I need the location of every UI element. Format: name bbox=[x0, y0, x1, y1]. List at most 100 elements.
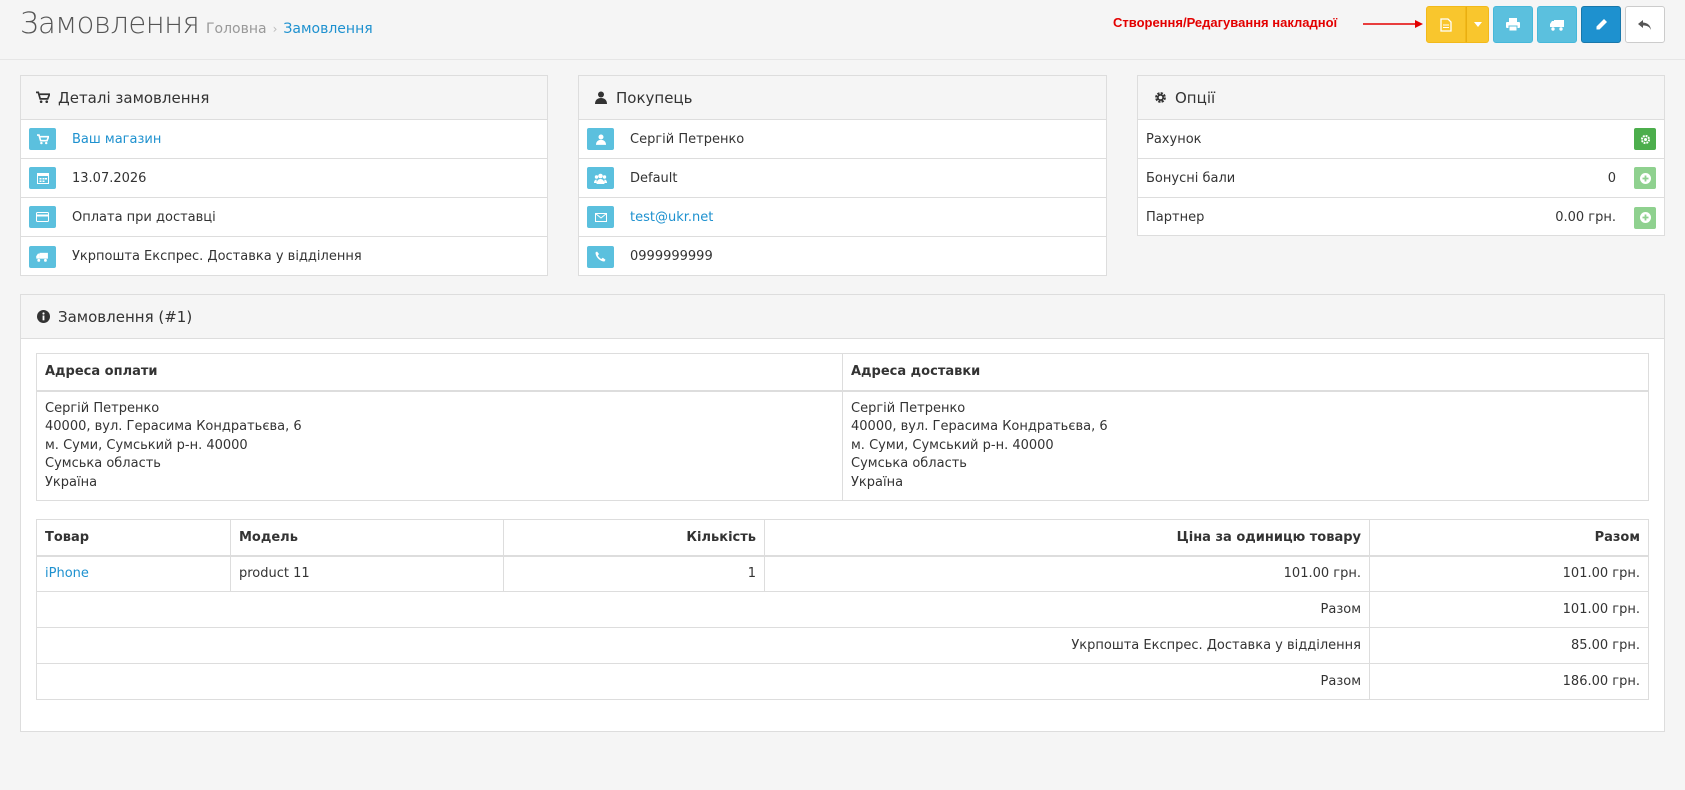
print-icon bbox=[1506, 18, 1520, 31]
reward-label: Бонусні бали bbox=[1146, 170, 1236, 186]
affiliate-row: Партнер 0.00 грн. bbox=[1138, 198, 1664, 237]
customer-heading: Покупець bbox=[579, 76, 1106, 120]
annotation-label: Створення/Редагування накладної bbox=[1113, 15, 1338, 30]
order-details-title: Деталі замовлення bbox=[58, 88, 210, 107]
customer-phone: 0999999999 bbox=[630, 249, 713, 264]
shipping-total-value: 85.00 грн. bbox=[1369, 627, 1649, 664]
payment-address: Сергій Петренко 40000, вул. Герасима Кон… bbox=[36, 390, 843, 501]
address-line: Сумська область bbox=[45, 456, 161, 471]
page-header: Замовлення Головна › Замовлення Створення/… bbox=[0, 0, 1685, 60]
cog-icon bbox=[1640, 134, 1650, 144]
page-title: Замовлення bbox=[20, 6, 200, 40]
address-line: Україна bbox=[851, 474, 904, 490]
products-header-row: Товар Модель Кількість Ціна за одиницю т… bbox=[36, 519, 1649, 557]
customer-email-row: test@ukr.net bbox=[579, 198, 1106, 237]
reward-value: 0 bbox=[1607, 170, 1616, 186]
table-row: iPhone product 11 1 101.00 грн. 101.00 г… bbox=[36, 555, 1649, 592]
shipping-row: Укрпошта Експрес. Доставка у відділення bbox=[21, 237, 547, 276]
generate-invoice-button[interactable] bbox=[1634, 128, 1656, 150]
address-line: Сергій Петренко bbox=[851, 400, 966, 416]
annotation-arrow-icon bbox=[1363, 20, 1423, 28]
address-row: Сергій Петренко 40000, вул. Герасима Кон… bbox=[36, 390, 1649, 501]
payment-row: Оплата при доставці bbox=[21, 198, 547, 237]
breadcrumb-separator-icon: › bbox=[272, 22, 278, 36]
address-line: Сумська область bbox=[851, 456, 967, 471]
breadcrumb-home[interactable]: Головна bbox=[206, 21, 267, 37]
back-button[interactable] bbox=[1625, 6, 1665, 43]
calendar-icon bbox=[29, 167, 56, 189]
envelope-icon bbox=[587, 206, 614, 228]
shipping-address-header: Адреса доставки bbox=[842, 353, 1649, 392]
customer-title: Покупець bbox=[616, 88, 693, 107]
grand-total-value: 186.00 грн. bbox=[1369, 663, 1649, 700]
order-title: Замовлення (#1) bbox=[58, 307, 193, 326]
col-quantity: Кількість bbox=[503, 519, 765, 557]
product-link[interactable]: iPhone bbox=[45, 566, 89, 581]
order-details-panel: Деталі замовлення Ваш магазин 13.07.2026… bbox=[20, 75, 548, 276]
product-quantity: 1 bbox=[503, 555, 765, 592]
user-icon bbox=[594, 91, 608, 105]
address-table: Адреса оплати Адреса доставки Сергій Пет… bbox=[36, 353, 1649, 501]
address-line: Україна bbox=[45, 474, 98, 490]
customer-name: Сергій Петренко bbox=[630, 131, 745, 147]
plus-circle-icon bbox=[1639, 212, 1651, 223]
customer-email-link[interactable]: test@ukr.net bbox=[630, 210, 713, 225]
col-unit-price: Ціна за одиницю товару bbox=[764, 519, 1370, 557]
order-heading: Замовлення (#1) bbox=[21, 295, 1664, 339]
shipping-address: Сергій Петренко 40000, вул. Герасима Кон… bbox=[842, 390, 1649, 501]
products-table: Товар Модель Кількість Ціна за одиницю т… bbox=[36, 519, 1649, 700]
address-header-row: Адреса оплати Адреса доставки bbox=[36, 353, 1649, 392]
gear-icon bbox=[1153, 91, 1167, 105]
payment-method: Оплата при доставці bbox=[72, 209, 216, 225]
invoice-edit-button[interactable] bbox=[1426, 6, 1466, 43]
reply-icon bbox=[1638, 19, 1651, 30]
options-title: Опції bbox=[1175, 88, 1216, 107]
edit-order-button[interactable] bbox=[1581, 6, 1621, 43]
truck-icon bbox=[1549, 19, 1564, 31]
product-total: 101.00 грн. bbox=[1369, 555, 1649, 592]
invoice-dropdown-button[interactable] bbox=[1466, 6, 1489, 43]
shipping-total-row: Укрпошта Експрес. Доставка у відділення … bbox=[36, 627, 1649, 664]
pencil-icon bbox=[1596, 19, 1607, 30]
grand-total-label: Разом bbox=[36, 663, 1370, 700]
col-model: Модель bbox=[230, 519, 504, 557]
print-shipping-button[interactable] bbox=[1537, 6, 1577, 43]
payment-address-header: Адреса оплати bbox=[36, 353, 843, 392]
col-total: Разом bbox=[1369, 519, 1649, 557]
product-price: 101.00 грн. bbox=[764, 555, 1370, 592]
shipping-total-label: Укрпошта Експрес. Доставка у відділення bbox=[36, 627, 1370, 664]
invoice-label: Рахунок bbox=[1146, 131, 1202, 147]
reward-row: Бонусні бали 0 bbox=[1138, 159, 1664, 198]
affiliate-value: 0.00 грн. bbox=[1555, 210, 1616, 225]
subtotal-row: Разом 101.00 грн. bbox=[36, 591, 1649, 628]
options-heading: Опції bbox=[1138, 76, 1664, 120]
breadcrumb-orders[interactable]: Замовлення bbox=[283, 21, 372, 37]
add-commission-button[interactable] bbox=[1634, 206, 1656, 229]
order-details-heading: Деталі замовлення bbox=[21, 76, 547, 120]
shopping-cart-icon bbox=[36, 91, 50, 105]
users-group-icon bbox=[587, 167, 614, 189]
add-reward-button[interactable] bbox=[1634, 167, 1656, 189]
grand-total-row: Разом 186.00 грн. bbox=[36, 663, 1649, 700]
file-icon bbox=[1440, 17, 1452, 32]
truck-icon bbox=[29, 245, 56, 268]
address-line: 40000, вул. Герасима Кондратьєва, 6 bbox=[851, 419, 1108, 434]
print-invoice-button[interactable] bbox=[1493, 6, 1533, 43]
store-row: Ваш магазин bbox=[21, 120, 547, 159]
shipping-method: Укрпошта Експрес. Доставка у відділення bbox=[72, 249, 362, 264]
user-icon bbox=[587, 128, 614, 150]
customer-group: Default bbox=[630, 170, 678, 186]
customer-group-row: Default bbox=[579, 159, 1106, 198]
store-link[interactable]: Ваш магазин bbox=[72, 132, 161, 147]
customer-phone-row: 0999999999 bbox=[579, 237, 1106, 276]
subtotal-label: Разом bbox=[36, 591, 1370, 628]
order-date: 13.07.2026 bbox=[72, 170, 147, 186]
address-line: м. Суми, Сумський р-н. 40000 bbox=[45, 437, 248, 453]
invoice-row: Рахунок bbox=[1138, 120, 1664, 159]
product-model: product 11 bbox=[230, 555, 504, 592]
address-line: м. Суми, Сумський р-н. 40000 bbox=[851, 437, 1054, 453]
plus-circle-icon bbox=[1639, 172, 1651, 184]
customer-panel: Покупець Сергій Петренко Default test@uk… bbox=[578, 75, 1107, 276]
subtotal-value: 101.00 грн. bbox=[1369, 591, 1649, 628]
options-panel: Опції Рахунок Бонусні бали 0 Партнер 0.0… bbox=[1137, 75, 1665, 236]
